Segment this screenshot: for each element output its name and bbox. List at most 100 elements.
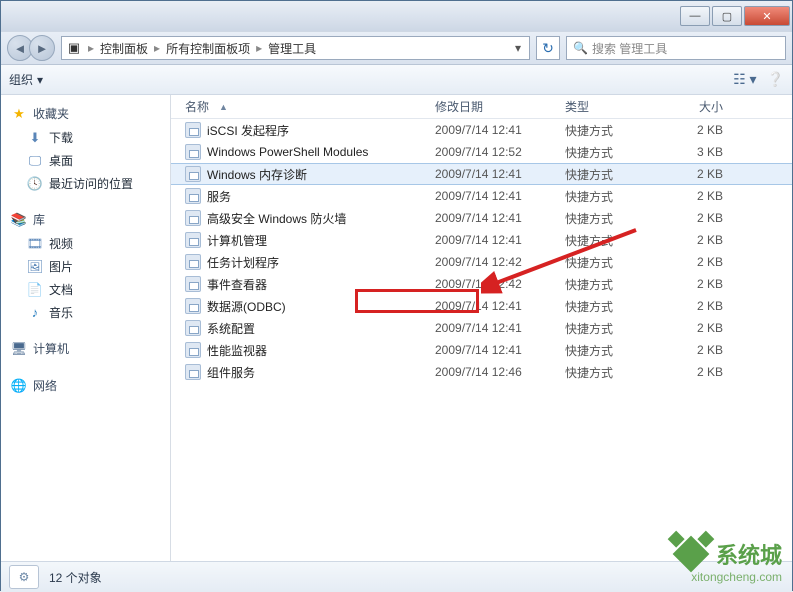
file-date: 2009/7/14 12:41 <box>435 233 565 247</box>
view-options-icon[interactable]: ☷ ▾ <box>733 71 756 88</box>
file-name: 高级安全 Windows 防火墙 <box>207 210 346 227</box>
explorer-window: — ▢ ✕ ◄ ► ▣ ▸ 控制面板 ▸ 所有控制面板项 ▸ 管理工具 ▾ ↻ … <box>0 0 793 591</box>
file-row[interactable]: 事件查看器2009/7/14 12:42快捷方式2 KB <box>171 273 792 295</box>
sidebar-group-libraries[interactable]: 📚 库 <box>1 207 170 232</box>
file-type: 快捷方式 <box>565 144 665 161</box>
file-row[interactable]: 组件服务2009/7/14 12:46快捷方式2 KB <box>171 361 792 383</box>
sidebar-item-documents[interactable]: 📄 文档 <box>1 278 170 301</box>
file-row[interactable]: 系统配置2009/7/14 12:41快捷方式2 KB <box>171 317 792 339</box>
file-type: 快捷方式 <box>565 276 665 293</box>
watermark-brand: 系统城 <box>716 538 782 570</box>
sidebar-item-downloads[interactable]: ⬇ 下载 <box>1 126 170 149</box>
file-row[interactable]: 数据源(ODBC)2009/7/14 12:41快捷方式2 KB <box>171 295 792 317</box>
file-row[interactable]: iSCSI 发起程序2009/7/14 12:41快捷方式2 KB <box>171 119 792 141</box>
address-dropdown-icon[interactable]: ▾ <box>511 41 525 55</box>
sort-asc-icon: ▲ <box>219 102 228 112</box>
file-type: 快捷方式 <box>565 210 665 227</box>
sidebar-group-favorites[interactable]: ★ 收藏夹 <box>1 101 170 126</box>
forward-button[interactable]: ► <box>29 35 55 61</box>
file-type: 快捷方式 <box>565 342 665 359</box>
shortcut-icon <box>185 254 201 270</box>
sidebar-item-label: 图片 <box>49 258 73 275</box>
download-icon: ⬇ <box>27 130 43 146</box>
organize-menu[interactable]: 组织 ▾ <box>9 71 43 88</box>
file-row[interactable]: 任务计划程序2009/7/14 12:42快捷方式2 KB <box>171 251 792 273</box>
file-size: 2 KB <box>665 365 735 379</box>
shortcut-icon <box>185 144 201 160</box>
sidebar-group-label: 网络 <box>33 377 57 394</box>
file-size: 2 KB <box>665 255 735 269</box>
document-icon: 📄 <box>27 282 43 298</box>
breadcrumb-sep: ▸ <box>88 41 94 55</box>
search-box[interactable]: 🔍 搜索 管理工具 <box>566 36 786 60</box>
sidebar-item-desktop[interactable]: 🖵 桌面 <box>1 149 170 172</box>
close-button[interactable]: ✕ <box>744 6 790 26</box>
sidebar-item-pictures[interactable]: 🖼 图片 <box>1 255 170 278</box>
sidebar-item-recent[interactable]: 🕓 最近访问的位置 <box>1 172 170 195</box>
breadcrumb-item[interactable]: 所有控制面板项 <box>166 40 250 57</box>
shortcut-icon <box>185 364 201 380</box>
file-type: 快捷方式 <box>565 364 665 381</box>
file-name: 组件服务 <box>207 364 255 381</box>
file-name: 事件查看器 <box>207 276 267 293</box>
file-date: 2009/7/14 12:41 <box>435 299 565 313</box>
file-date: 2009/7/14 12:41 <box>435 343 565 357</box>
sidebar-group-label: 收藏夹 <box>33 105 69 122</box>
status-count: 12 个对象 <box>49 569 102 586</box>
file-row[interactable]: 高级安全 Windows 防火墙 2009/7/14 12:41快捷方式2 KB <box>171 207 792 229</box>
sidebar-item-label: 下载 <box>49 129 73 146</box>
watermark: 系统城 xitongcheng.com <box>678 538 782 584</box>
shortcut-icon <box>185 210 201 226</box>
refresh-button[interactable]: ↻ <box>536 36 560 60</box>
file-name: Windows PowerShell Modules <box>207 145 368 159</box>
file-name: 计算机管理 <box>207 232 267 249</box>
file-date: 2009/7/14 12:41 <box>435 211 565 225</box>
file-size: 2 KB <box>665 123 735 137</box>
file-row[interactable]: 计算机管理2009/7/14 12:41快捷方式2 KB <box>171 229 792 251</box>
column-headers: 名称 ▲ 修改日期 类型 大小 <box>171 95 792 119</box>
file-row[interactable]: 性能监视器2009/7/14 12:41快捷方式2 KB <box>171 339 792 361</box>
file-rows: iSCSI 发起程序2009/7/14 12:41快捷方式2 KBWindows… <box>171 119 792 383</box>
file-row[interactable]: 服务2009/7/14 12:41快捷方式2 KB <box>171 185 792 207</box>
column-header-date[interactable]: 修改日期 <box>435 98 565 115</box>
computer-icon: 🖥 <box>11 341 27 357</box>
file-row[interactable]: Windows 内存诊断2009/7/14 12:41快捷方式2 KB <box>171 163 792 185</box>
breadcrumb-item[interactable]: 管理工具 <box>268 40 316 57</box>
body-area: ★ 收藏夹 ⬇ 下载 🖵 桌面 🕓 最近访问的位置 📚 库 🎞 <box>1 95 792 561</box>
toolbar: 组织 ▾ ☷ ▾ ❔ <box>1 65 792 95</box>
column-label: 名称 <box>185 98 209 115</box>
file-type: 快捷方式 <box>565 122 665 139</box>
sidebar-item-videos[interactable]: 🎞 视频 <box>1 232 170 255</box>
sidebar-item-music[interactable]: ♪ 音乐 <box>1 301 170 324</box>
shortcut-icon <box>185 298 201 314</box>
file-type: 快捷方式 <box>565 298 665 315</box>
network-icon: 🌐 <box>11 378 27 394</box>
breadcrumb-item[interactable]: 控制面板 <box>100 40 148 57</box>
column-header-size[interactable]: 大小 <box>665 98 735 115</box>
column-header-name[interactable]: 名称 ▲ <box>185 98 435 115</box>
sidebar-group-network[interactable]: 🌐 网络 <box>1 373 170 398</box>
file-size: 2 KB <box>665 233 735 247</box>
help-icon[interactable]: ❔ <box>767 71 784 88</box>
file-size: 2 KB <box>665 211 735 225</box>
file-type: 快捷方式 <box>565 188 665 205</box>
organize-label: 组织 <box>9 71 33 88</box>
watermark-logo-icon <box>673 536 710 573</box>
address-bar[interactable]: ▣ ▸ 控制面板 ▸ 所有控制面板项 ▸ 管理工具 ▾ <box>61 36 530 60</box>
status-bar: ⚙ 12 个对象 <box>1 561 792 592</box>
minimize-button[interactable]: — <box>680 6 710 26</box>
file-row[interactable]: Windows PowerShell Modules2009/7/14 12:5… <box>171 141 792 163</box>
desktop-icon: 🖵 <box>27 153 43 169</box>
file-size: 2 KB <box>665 167 735 181</box>
shortcut-icon <box>185 166 201 182</box>
column-header-type[interactable]: 类型 <box>565 98 665 115</box>
file-name: iSCSI 发起程序 <box>207 122 289 139</box>
recent-icon: 🕓 <box>27 176 43 192</box>
sidebar-group-computer[interactable]: 🖥 计算机 <box>1 336 170 361</box>
maximize-button[interactable]: ▢ <box>712 6 742 26</box>
watermark-url: xitongcheng.com <box>678 570 782 584</box>
file-size: 2 KB <box>665 299 735 313</box>
file-date: 2009/7/14 12:42 <box>435 255 565 269</box>
sidebar-item-label: 视频 <box>49 235 73 252</box>
sidebar-item-label: 桌面 <box>49 152 73 169</box>
